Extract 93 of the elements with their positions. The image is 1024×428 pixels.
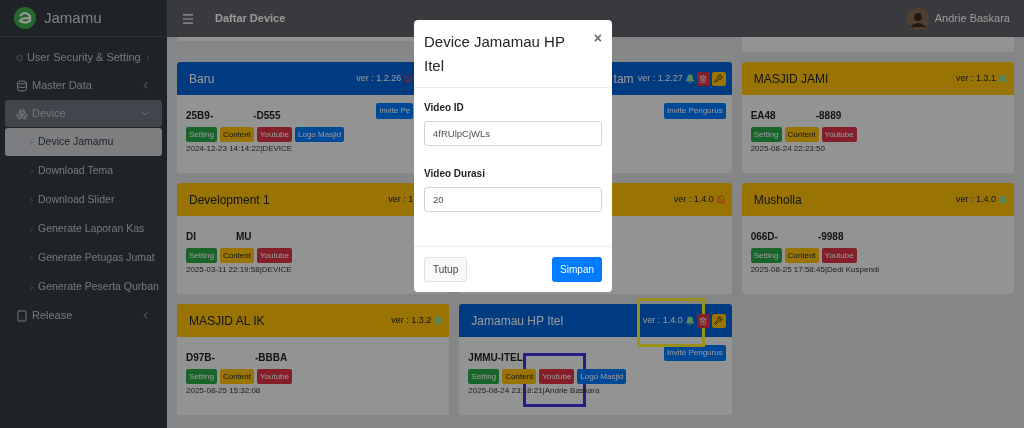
- action-badge[interactable]: Setting: [186, 369, 217, 384]
- tools-button[interactable]: [711, 313, 726, 328]
- action-badge[interactable]: Content: [502, 369, 537, 384]
- chevron-right-icon: [27, 224, 36, 234]
- action-badge[interactable]: Content: [219, 369, 254, 384]
- action-badge[interactable]: Youtube: [256, 127, 292, 142]
- bell-off-icon[interactable]: [403, 73, 414, 84]
- page-title: Daftar Device: [215, 11, 286, 27]
- card-title: MASJID AL IK: [189, 312, 265, 330]
- card-title: tam: [613, 70, 634, 88]
- bell-off-icon[interactable]: [715, 194, 726, 205]
- device-info: 2025-08-24 22:23:50: [750, 143, 826, 155]
- boxes-icon: [16, 107, 28, 120]
- action-badge[interactable]: Logo Masjid: [295, 127, 345, 142]
- card-title: Jamamau HP Itel: [471, 312, 564, 330]
- dialog-title: Device Jamamau HP Itel: [424, 32, 566, 76]
- submenu-item[interactable]: Generate Laporan Kas: [5, 215, 162, 243]
- invite-button[interactable]: Invite Pengurus: [664, 103, 726, 119]
- bell-icon[interactable]: [684, 73, 695, 84]
- avatar[interactable]: [906, 7, 929, 30]
- version-label: ver : 1.4.0: [955, 192, 996, 206]
- action-badge[interactable]: Youtube: [821, 248, 857, 263]
- field-label: Video ID: [424, 101, 465, 115]
- action-badge[interactable]: Setting: [468, 369, 500, 384]
- version-label: ver : 1.4.0: [642, 313, 683, 327]
- action-badge[interactable]: Setting: [750, 127, 782, 142]
- version-label: ver : 1.3.1: [955, 71, 996, 85]
- device-code: MU: [236, 229, 252, 244]
- submenu-item[interactable]: Download Slider: [5, 186, 162, 214]
- tablet-icon: [16, 309, 28, 322]
- action-badge[interactable]: Content: [784, 127, 819, 142]
- action-badge[interactable]: Youtube: [256, 369, 292, 384]
- invite-button[interactable]: Invite Pengurus: [664, 345, 726, 361]
- device-code: -D555: [253, 108, 281, 123]
- action-badge[interactable]: Youtube: [821, 127, 857, 142]
- logo-icon: [14, 7, 36, 29]
- card-title: Baru: [189, 70, 215, 88]
- tools-button[interactable]: [711, 71, 726, 86]
- device-code: D97B-: [186, 350, 215, 365]
- shield-icon: [16, 51, 23, 64]
- submenu-item[interactable]: Device Jamamu: [5, 128, 162, 156]
- close-button[interactable]: ×: [593, 30, 602, 46]
- device-code: EA48: [750, 108, 776, 123]
- submenu-item[interactable]: Download Tema: [5, 157, 162, 185]
- database-icon: [16, 79, 28, 92]
- chevron-right-icon: [27, 282, 36, 292]
- input-field[interactable]: 20: [424, 187, 602, 212]
- device-code: -9988: [817, 229, 844, 244]
- chevron-right-icon: [27, 195, 36, 205]
- action-badge[interactable]: Setting: [750, 248, 782, 263]
- action-badge[interactable]: Youtube: [539, 369, 575, 384]
- action-badge[interactable]: Content: [784, 248, 819, 263]
- card-title: MASJID JAMI: [753, 70, 829, 88]
- action-badge[interactable]: Setting: [186, 248, 217, 263]
- device-info: 2025-08-25 17:58:45|Dedi Kuspendi: [750, 264, 880, 276]
- device-code: -8889: [815, 108, 842, 123]
- version-label: ver : 1.2.27: [637, 71, 683, 85]
- chevron-left-icon: [144, 52, 151, 63]
- card-title: Musholla: [753, 191, 802, 209]
- delete-button[interactable]: [696, 71, 710, 86]
- device-info: 2024-12-23 14:14:22|DEVICE: [186, 143, 294, 155]
- version-label: ver : 1: [388, 192, 414, 206]
- input-field[interactable]: 4fRUlpCjWLs: [424, 121, 602, 146]
- invite-button[interactable]: Invite Pe: [376, 103, 414, 119]
- user-name[interactable]: Andrie Baskara: [934, 10, 1010, 27]
- version-label: ver : 1.3.2: [391, 313, 432, 327]
- device-info: 2025-03-11 22:19:58|DEVICE: [186, 264, 292, 276]
- version-label: ver : 1.2.26: [356, 71, 402, 85]
- version-label: ver : 1.4.0: [673, 192, 714, 206]
- delete-button[interactable]: [696, 313, 710, 328]
- save-button[interactable]: Simpan: [552, 257, 602, 282]
- brand-name: Jamamu: [44, 7, 102, 28]
- card-title: Development 1: [189, 191, 270, 209]
- action-badge[interactable]: Youtube: [256, 248, 292, 263]
- device-info: 2025-08-25 15:32:08: [186, 385, 262, 397]
- chevron-right-icon: [27, 137, 36, 147]
- bell-icon[interactable]: [684, 315, 695, 326]
- device-code: 25B9-: [186, 108, 214, 123]
- submenu-item[interactable]: Generate Peserta Qurban: [5, 273, 162, 301]
- field-label: Video Durasi: [424, 167, 486, 181]
- close-dialog-button[interactable]: Tutup: [424, 257, 468, 282]
- chevron-right-icon: [27, 253, 36, 263]
- action-badge[interactable]: Logo Masjid: [577, 369, 627, 384]
- action-badge[interactable]: Content: [219, 127, 254, 142]
- menu-icon[interactable]: [181, 11, 195, 26]
- submenu-item[interactable]: Generate Petugas Jumat: [5, 244, 162, 272]
- device-code: JMMU-ITEL: [468, 350, 523, 365]
- action-badge[interactable]: Content: [219, 248, 254, 263]
- chevron-right-icon: [27, 166, 36, 176]
- device-code: -BBBA: [254, 350, 288, 365]
- device-code: DI: [186, 229, 196, 244]
- action-badge[interactable]: Setting: [186, 127, 217, 142]
- device-code: 066D-: [750, 229, 778, 244]
